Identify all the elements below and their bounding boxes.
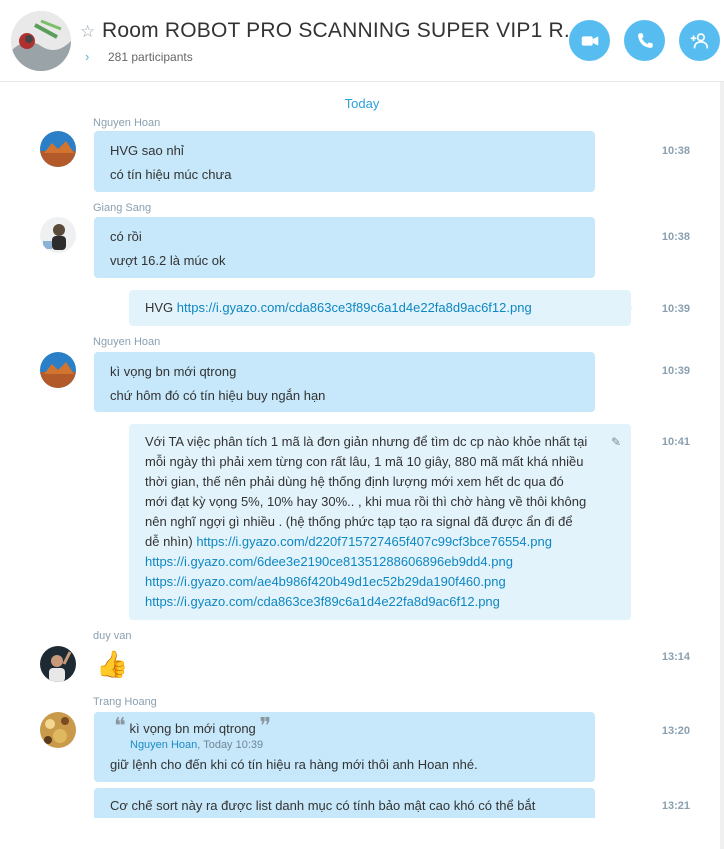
avatar[interactable] [40, 352, 76, 388]
message-line: Với TA việc phân tích 1 mã là đơn giản n… [145, 434, 588, 449]
message-time: 10:38 [661, 145, 690, 157]
message-line: có rồi [110, 229, 142, 244]
message-time: 10:41 [661, 436, 690, 448]
video-call-icon [581, 35, 598, 46]
group-avatar[interactable] [11, 11, 71, 71]
quote-close-icon: ❞ [259, 714, 272, 739]
avatar[interactable] [40, 217, 76, 253]
sender-name: duy van [93, 630, 132, 642]
quote-time: Today 10:39 [203, 739, 264, 751]
message-line: Cơ chế sort này ra được list danh mục có… [110, 798, 536, 813]
message-line: mỗi ngày thì phải xem từng con rất lâu, … [145, 454, 584, 469]
sender-name: Nguyen Hoan [93, 117, 161, 129]
message-line: dễ nhìn) [145, 534, 197, 549]
message-time: 13:14 [661, 651, 690, 663]
add-participant-icon [690, 32, 708, 48]
add-participant-button[interactable] [679, 20, 720, 61]
message-bubble[interactable]: có rồi vượt 16.2 là múc ok [94, 217, 595, 278]
day-separator: Today [344, 96, 380, 111]
message-line: giữ lệnh cho đến khi có tín hiệu ra hàng… [110, 757, 478, 772]
message-time: 10:39 [661, 365, 690, 377]
sender-name: Trang Hoang [93, 696, 157, 708]
message-link[interactable]: https://i.gyazo.com/d220f715727465f407c9… [196, 534, 552, 549]
audio-call-button[interactable] [624, 20, 665, 61]
message-line: thời gian, thế nên phải dùng hệ thống đị… [145, 474, 564, 489]
message-time: 10:38 [661, 231, 690, 243]
message-prefix: HVG [145, 300, 177, 315]
message-time: 13:21 [661, 800, 690, 812]
message-link[interactable]: https://i.gyazo.com/ae4b986f420b49d1ec52… [145, 572, 615, 592]
thumbs-up-icon: 👍 [96, 649, 129, 679]
quoted-message[interactable]: ❝ kì vọng bn mới qtrong ❞ Nguyen Hoan, T… [110, 716, 579, 752]
message-time: 10:39 [661, 303, 690, 315]
message-link[interactable]: https://i.gyazo.com/6dee3e2190ce81351288… [145, 552, 615, 572]
message-bubble-own[interactable]: HVG https://i.gyazo.com/cda863ce3f89c6a1… [129, 290, 631, 326]
quote-author[interactable]: Nguyen Hoan [130, 739, 197, 751]
avatar[interactable] [40, 712, 76, 748]
message-line: mới đạt kỳ vọng 5%, 10% hay 30%.. , khi … [145, 494, 587, 509]
message-time: 13:20 [661, 725, 690, 737]
composer-area [0, 818, 724, 849]
sender-name: Giang Sang [93, 202, 152, 214]
message-line: có tín hiệu múc chưa [110, 167, 232, 182]
avatar[interactable] [40, 646, 76, 682]
avatar[interactable] [40, 131, 76, 167]
message-bubble[interactable]: HVG sao nhỉ có tín hiệu múc chưa [94, 131, 595, 192]
conversation-header: ☆ Room ROBOT PRO SCANNING SUPER VIP1 R..… [0, 0, 724, 82]
star-icon[interactable]: ☆ [80, 22, 95, 42]
message-bubble-own[interactable]: ✎ Với TA việc phân tích 1 mã là đơn giản… [129, 424, 631, 620]
participants-count[interactable]: 281 participants [108, 50, 193, 64]
scrollbar[interactable] [720, 82, 724, 849]
conversation-title: Room ROBOT PRO SCANNING SUPER VIP1 R... [102, 19, 583, 42]
message-line: vượt 16.2 là múc ok [110, 253, 226, 268]
message-link[interactable]: https://i.gyazo.com/cda863ce3f89c6a1d4e2… [177, 300, 532, 315]
message-line: kì vọng bn mới qtrong [110, 364, 237, 379]
phone-icon [637, 32, 653, 48]
message-line: nên nghĩ ngợi gì nhiều . (hệ thống phức … [145, 514, 573, 529]
edited-pencil-icon: ✎ [610, 435, 621, 449]
quote-open-icon: ❝ [114, 714, 126, 739]
message-link[interactable]: https://i.gyazo.com/cda863ce3f89c6a1d4e2… [145, 592, 615, 612]
sender-name: Nguyen Hoan [93, 336, 161, 348]
message-bubble[interactable]: ❝ kì vọng bn mới qtrong ❞ Nguyen Hoan, T… [94, 712, 595, 782]
video-call-button[interactable] [569, 20, 610, 61]
message-line: HVG sao nhỉ [110, 143, 184, 158]
chevron-right-icon[interactable]: › [85, 49, 89, 64]
quote-text: kì vọng bn mới qtrong [129, 721, 256, 736]
message-bubble[interactable]: kì vọng bn mới qtrong chứ hôm đó có tín … [94, 352, 595, 412]
message-line: chứ hôm đó có tín hiệu buy ngắn hạn [110, 388, 326, 403]
